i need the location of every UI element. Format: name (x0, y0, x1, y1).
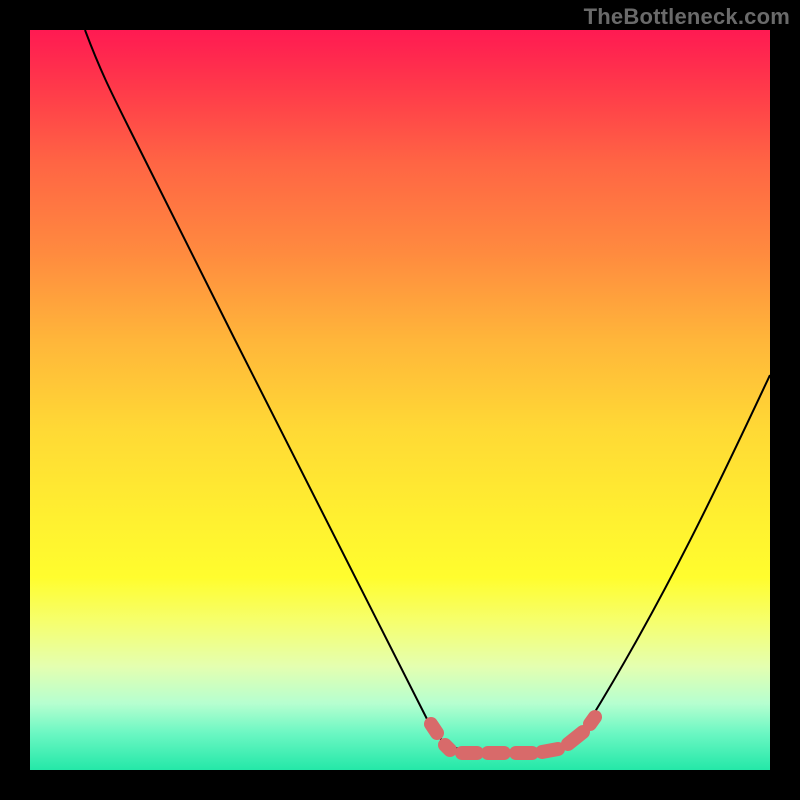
bottleneck-curve (85, 30, 770, 753)
highlight-seg-6 (568, 732, 583, 744)
chart-frame: TheBottleneck.com (0, 0, 800, 800)
highlight-seg-7 (590, 717, 595, 724)
plot-area (30, 30, 770, 770)
chart-svg (30, 30, 770, 770)
highlight-seg-1 (445, 745, 450, 750)
highlight-seg-0 (431, 724, 437, 733)
watermark-text: TheBottleneck.com (584, 4, 790, 30)
highlight-group (431, 717, 595, 753)
highlight-seg-5 (542, 749, 558, 752)
